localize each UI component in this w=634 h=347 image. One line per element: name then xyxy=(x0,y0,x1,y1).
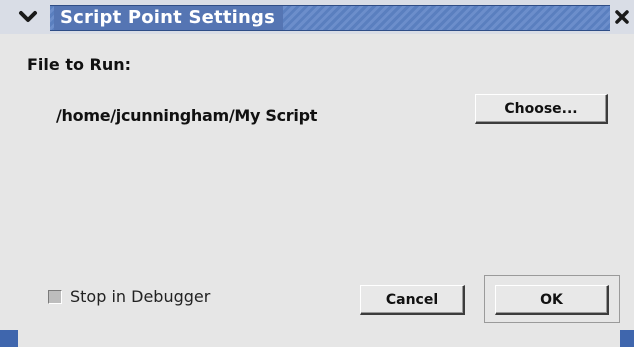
stop-in-debugger-option[interactable]: Stop in Debugger xyxy=(48,287,210,306)
window-left-border xyxy=(0,34,18,330)
title-bar[interactable]: Script Point Settings xyxy=(0,0,634,35)
window-title: Script Point Settings xyxy=(54,6,284,30)
file-path-value: /home/jcunningham/My Script xyxy=(56,106,318,125)
window-bottom-strip xyxy=(18,330,620,347)
file-to-run-label: File to Run: xyxy=(27,55,132,74)
close-button[interactable] xyxy=(612,5,632,29)
stop-in-debugger-label: Stop in Debugger xyxy=(70,287,211,306)
window-right-border xyxy=(628,34,634,330)
dialog-window: Script Point Settings File to Run: /home… xyxy=(0,0,634,347)
cancel-button[interactable]: Cancel xyxy=(360,285,465,315)
desktop-background-left xyxy=(0,330,18,347)
desktop-background-right xyxy=(620,330,634,347)
stop-in-debugger-checkbox[interactable] xyxy=(48,289,62,304)
ok-button[interactable]: OK xyxy=(495,285,609,315)
choose-button[interactable]: Choose... xyxy=(475,94,608,124)
window-menu-button[interactable] xyxy=(10,3,46,31)
close-icon xyxy=(615,10,629,24)
chevron-down-icon xyxy=(19,11,37,22)
title-stripe: Script Point Settings xyxy=(50,5,610,31)
